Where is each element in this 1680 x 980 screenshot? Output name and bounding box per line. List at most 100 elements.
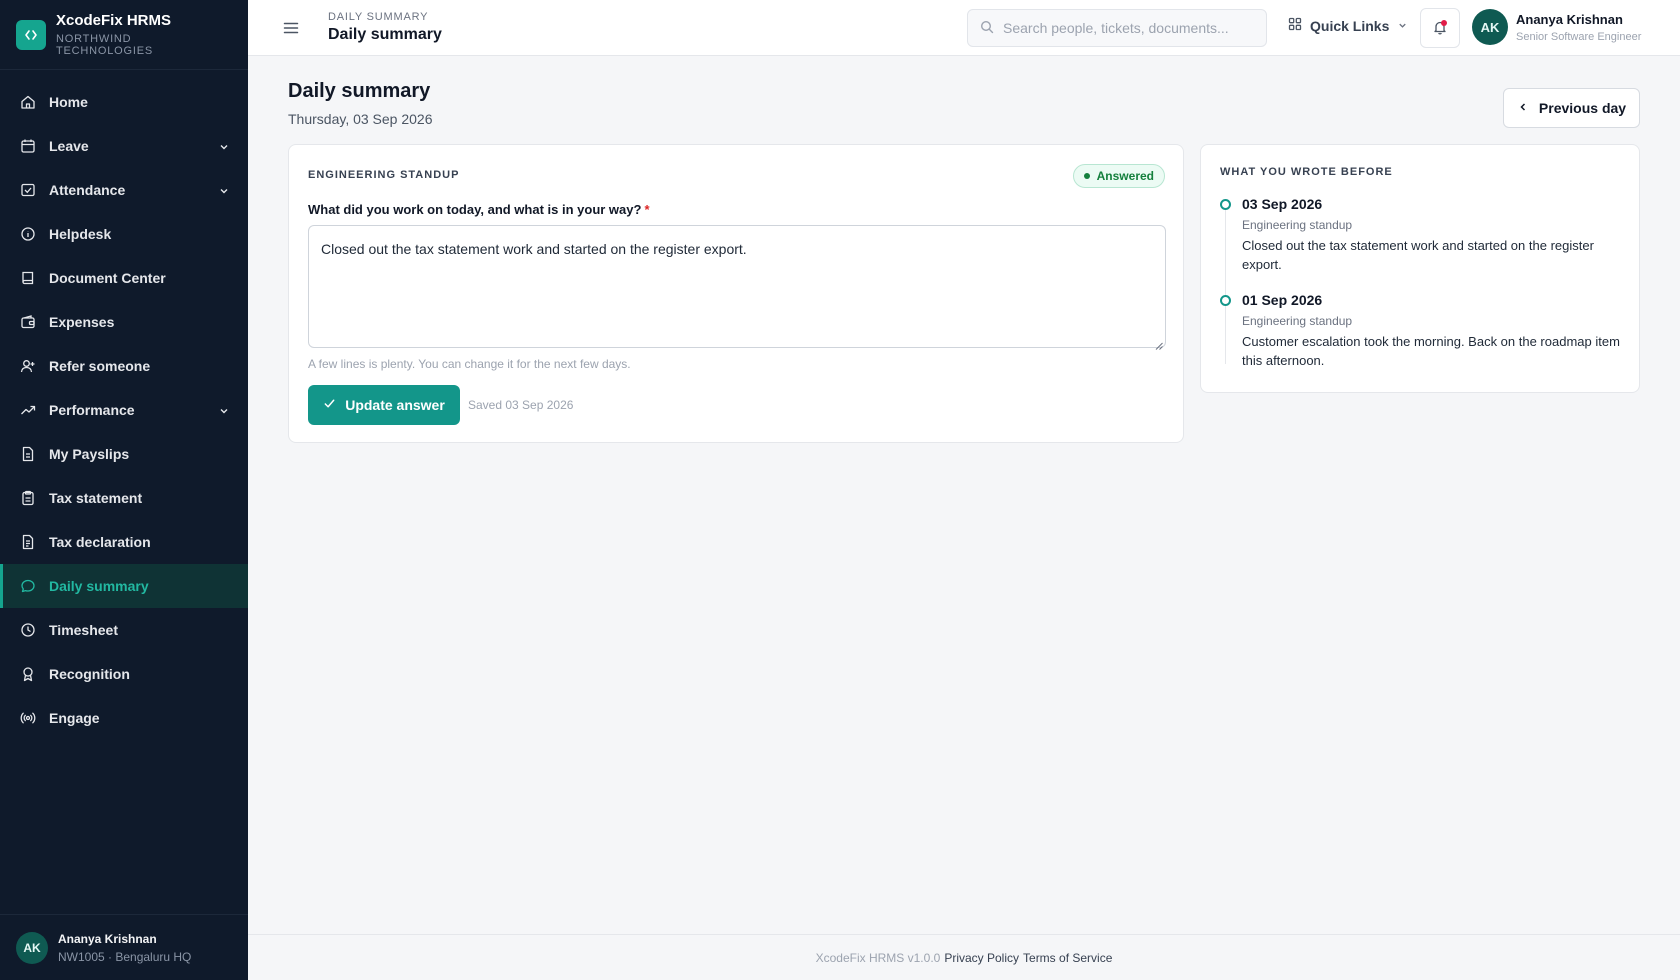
search-input[interactable] <box>1003 20 1253 36</box>
privacy-policy-link[interactable]: Privacy Policy <box>944 951 1019 965</box>
file-icon <box>20 446 36 462</box>
search-box[interactable] <box>967 9 1267 47</box>
sidebar-user[interactable]: AK Ananya Krishnan NW1005 · Bengaluru HQ <box>0 914 248 980</box>
award-icon <box>20 666 36 682</box>
sidebar-item-tax-statement[interactable]: Tax statement <box>0 476 248 520</box>
checkbox-icon <box>20 182 36 198</box>
timeline-marker <box>1220 295 1231 306</box>
status-badge-label: Answered <box>1096 169 1154 183</box>
terms-of-service-link[interactable]: Terms of Service <box>1023 951 1112 965</box>
sidebar-item-label: Attendance <box>49 182 126 198</box>
notifications-button[interactable] <box>1420 8 1460 48</box>
sidebar-item-label: Engage <box>49 710 100 726</box>
breadcrumb-section: DAILY SUMMARY <box>328 11 429 23</box>
sidebar-item-label: Document Center <box>49 270 166 286</box>
answer-hint: A few lines is plenty. You can change it… <box>308 357 631 371</box>
sidebar-item-daily-summary[interactable]: Daily summary <box>0 564 248 608</box>
sidebar-item-label: Refer someone <box>49 358 151 374</box>
notification-dot <box>1441 20 1447 26</box>
breadcrumb: DAILY SUMMARY Daily summary <box>328 11 442 44</box>
required-marker: * <box>644 202 650 217</box>
file-text-icon <box>20 534 36 550</box>
sidebar-item-leave[interactable]: Leave <box>0 124 248 168</box>
sidebar-user-name: Ananya Krishnan <box>58 931 157 946</box>
topbar: DAILY SUMMARY Daily summary Quick Links … <box>248 0 1680 56</box>
previous-day-button[interactable]: Previous day <box>1503 88 1640 128</box>
standup-section-label: ENGINEERING STANDUP <box>308 169 460 181</box>
page-date: Thursday, 03 Sep 2026 <box>288 111 433 127</box>
question-label: What did you work on today, and what is … <box>308 202 650 217</box>
history-timeline: 03 Sep 2026 Engineering standup Closed o… <box>1220 196 1620 388</box>
history-entry: 03 Sep 2026 Engineering standup Closed o… <box>1220 196 1620 274</box>
history-entry-date: 01 Sep 2026 <box>1242 292 1323 308</box>
chevron-left-icon <box>1517 100 1529 116</box>
status-badge: Answered <box>1072 164 1165 188</box>
sidebar-item-label: Tax declaration <box>49 534 151 550</box>
breadcrumb-title: Daily summary <box>328 26 442 43</box>
sidebar-nav: Home Leave Attendance Helpdesk Document … <box>0 70 248 740</box>
previous-day-label: Previous day <box>1538 100 1627 116</box>
history-card: WHAT YOU WROTE BEFORE 03 Sep 2026 Engine… <box>1200 144 1640 393</box>
sidebar: XcodeFix HRMS NORTHWIND TECHNOLOGIES Hom… <box>0 0 248 980</box>
sidebar-item-label: Helpdesk <box>49 226 112 242</box>
code-brackets-icon <box>16 19 46 50</box>
hamburger-menu-icon[interactable] <box>282 19 300 37</box>
timeline-marker <box>1220 199 1231 210</box>
info-icon <box>20 226 36 242</box>
sidebar-item-label: Leave <box>49 138 89 154</box>
check-icon <box>323 397 336 413</box>
sidebar-item-label: Recognition <box>49 666 130 682</box>
update-answer-label: Update answer <box>345 397 445 413</box>
history-entry-text: Customer escalation took the morning. Ba… <box>1242 334 1620 368</box>
sidebar-item-helpdesk[interactable]: Helpdesk <box>0 212 248 256</box>
quick-links-label: Quick Links <box>1310 17 1390 34</box>
clipboard-icon <box>20 490 36 506</box>
footer-version: XcodeFix HRMS v1.0.0 <box>815 950 941 965</box>
update-answer-button[interactable]: Update answer <box>308 385 460 425</box>
sidebar-item-my-payslips[interactable]: My Payslips <box>0 432 248 476</box>
chevron-down-icon <box>218 404 230 416</box>
sidebar-item-performance[interactable]: Performance <box>0 388 248 432</box>
history-entry-date: 03 Sep 2026 <box>1242 196 1323 212</box>
home-icon <box>20 94 36 110</box>
chevron-down-icon <box>1397 18 1408 34</box>
sidebar-item-label: Tax statement <box>49 490 143 506</box>
sidebar-item-refer-someone[interactable]: Refer someone <box>0 344 248 388</box>
brand-org: NORTHWIND TECHNOLOGIES <box>55 33 153 57</box>
chevron-down-icon <box>218 140 230 152</box>
sidebar-item-label: Expenses <box>49 314 115 330</box>
sidebar-item-label: Timesheet <box>49 622 118 638</box>
sidebar-item-label: My Payslips <box>49 446 130 462</box>
sidebar-item-home[interactable]: Home <box>0 80 248 124</box>
chat-icon <box>20 578 36 594</box>
search-icon <box>980 20 994 37</box>
page-title: Daily summary <box>288 80 431 102</box>
history-entry-type: Engineering standup <box>1242 218 1353 232</box>
user-name: Ananya Krishnan <box>1516 11 1623 27</box>
sidebar-item-timesheet[interactable]: Timesheet <box>0 608 248 652</box>
sidebar-item-expenses[interactable]: Expenses <box>0 300 248 344</box>
sidebar-item-label: Performance <box>49 402 135 418</box>
sidebar-item-attendance[interactable]: Attendance <box>0 168 248 212</box>
book-icon <box>20 270 36 286</box>
chevron-down-icon <box>218 184 230 196</box>
avatar: AK <box>1472 9 1508 45</box>
resize-handle-icon[interactable] <box>1155 337 1163 350</box>
answer-textarea[interactable]: Closed out the tax statement work and st… <box>308 225 1166 348</box>
sidebar-item-label: Daily summary <box>49 578 149 594</box>
quick-links-button[interactable]: Quick Links <box>1288 17 1408 34</box>
user-menu[interactable]: AK Ananya Krishnan Senior Software Engin… <box>1472 9 1641 45</box>
status-dot <box>1083 173 1090 179</box>
calendar-icon <box>20 138 36 154</box>
brand[interactable]: XcodeFix HRMS NORTHWIND TECHNOLOGIES <box>0 0 248 70</box>
wallet-icon <box>20 314 36 330</box>
sidebar-item-recognition[interactable]: Recognition <box>0 652 248 696</box>
sidebar-item-tax-declaration[interactable]: Tax declaration <box>0 520 248 564</box>
sidebar-item-document-center[interactable]: Document Center <box>0 256 248 300</box>
history-entry-text: Closed out the tax statement work and st… <box>1242 238 1594 272</box>
brand-name: XcodeFix HRMS <box>55 12 172 29</box>
clock-icon <box>20 622 36 638</box>
standup-card: ENGINEERING STANDUP Answered What did yo… <box>288 144 1184 443</box>
trending-up-icon <box>20 402 36 418</box>
sidebar-item-engage[interactable]: Engage <box>0 696 248 740</box>
